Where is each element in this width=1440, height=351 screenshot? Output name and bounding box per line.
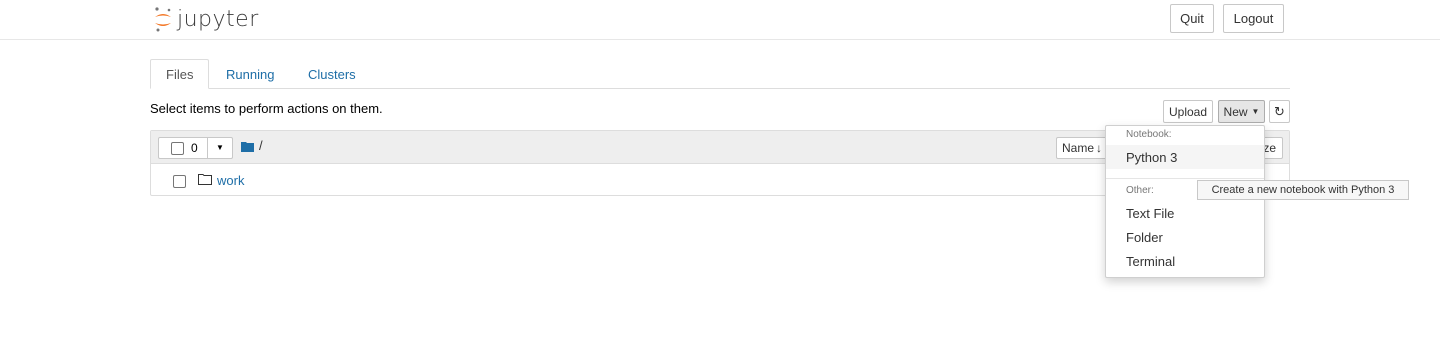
jupyter-logo[interactable]: jupyter	[153, 4, 259, 34]
logo-text: jupyter	[177, 6, 259, 32]
refresh-button[interactable]: ↻	[1269, 100, 1290, 123]
refresh-icon: ↻	[1274, 103, 1285, 119]
tooltip: Create a new notebook with Python 3	[1197, 180, 1409, 200]
menu-item-folder[interactable]: Folder	[1106, 225, 1264, 249]
notebook-section-header: Notebook:	[1126, 129, 1172, 140]
item-checkbox[interactable]	[173, 175, 186, 188]
menu-item-terminal[interactable]: Terminal	[1106, 249, 1264, 273]
folder-icon[interactable]	[241, 140, 254, 155]
sort-by-name-button[interactable]: Name ↓	[1056, 137, 1108, 159]
menu-divider	[1106, 178, 1264, 179]
tab-files[interactable]: Files	[150, 59, 210, 89]
menu-item-text-file[interactable]: Text File	[1106, 201, 1264, 225]
select-divider	[207, 138, 208, 158]
folder-outline-icon	[198, 174, 212, 185]
new-button[interactable]: New ▼	[1218, 100, 1265, 123]
jupyter-logo-icon	[155, 7, 171, 32]
arrow-down-icon: ↓	[1096, 141, 1102, 155]
select-all-checkbox[interactable]	[171, 141, 184, 155]
folder-icon	[198, 173, 212, 188]
caret-down-icon: ▼	[1251, 107, 1260, 116]
folder-solid-icon	[241, 142, 254, 152]
logout-button[interactable]: Logout	[1223, 4, 1284, 33]
tab-clusters[interactable]: Clusters	[293, 59, 371, 89]
new-dropdown-menu: Notebook: Python 3 Other: Text File Fold…	[1105, 125, 1265, 278]
breadcrumb-path[interactable]: /	[259, 138, 263, 153]
select-all-control[interactable]: 0 ▼	[158, 137, 233, 159]
menu-item-python3[interactable]: Python 3	[1106, 145, 1264, 169]
quit-button[interactable]: Quit	[1170, 4, 1214, 33]
other-section-header: Other:	[1126, 185, 1154, 196]
selected-count: 0	[191, 141, 198, 155]
new-button-label: New	[1223, 104, 1248, 119]
instructions-text: Select items to perform actions on them.	[150, 101, 383, 116]
item-name-link[interactable]: work	[217, 173, 244, 188]
sort-label: Name	[1061, 141, 1094, 155]
select-caret-icon[interactable]: ▼	[216, 143, 224, 152]
upload-button[interactable]: Upload	[1163, 100, 1213, 123]
tab-running[interactable]: Running	[211, 59, 289, 89]
